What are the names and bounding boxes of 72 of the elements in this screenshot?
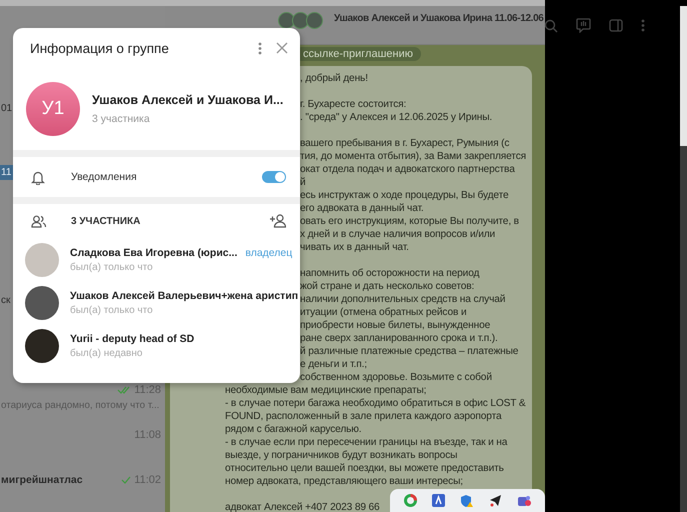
message-line: приобрести новые билеты, вынужденное: [300, 319, 490, 332]
message-line: относительно цели вашей поездки, вы можете предоставить: [225, 462, 504, 475]
message-line: ране сверх запланированного срока и т.п.).: [300, 332, 498, 345]
member-name: Сладкова Ева Игоревна (юрис...: [70, 246, 238, 258]
more-icon[interactable]: [258, 42, 262, 54]
message-line: е деньги и т.п.;: [300, 358, 367, 371]
member-avatar: [306, 12, 323, 29]
message-line: , добрый день!: [300, 72, 368, 85]
message-line: . "среда" у Алексея и 12.06.2025 у Ирины.: [300, 111, 492, 124]
shield-icon[interactable]: [460, 494, 474, 508]
message-line: рядом с багажной каруселью.: [225, 423, 362, 436]
close-icon[interactable]: [276, 42, 288, 54]
member-name: Yurii - deputy head of SD: [70, 332, 194, 344]
member-status: был(а) недавно: [70, 348, 144, 358]
message-line: овать его инструкциям, которые Вы получите, в: [300, 215, 519, 228]
member-avatar: [25, 286, 59, 320]
message-line: FOUND, расположенный в зале прилета каждого аэропорта: [225, 410, 502, 423]
message-line: адвокат Алексей +407 2023 89 66: [225, 501, 380, 512]
message-line: есь инструктаж о ходе процедуры, Вы будете: [300, 189, 508, 202]
member-row[interactable]: Ушаков Алексей Валерьевич+жена аристип был(а) только что: [13, 281, 300, 324]
owner-label: владелец: [245, 246, 292, 258]
message-line: тия, до момента отбытия), за Вами закрепляется: [300, 150, 526, 163]
member-avatar: [25, 328, 59, 362]
message-line: собственном здоровье. Возьмите с собой: [300, 371, 492, 384]
chat-title: Ушаков Алексей и Ушакова Ирина 11.06-12.06: [334, 13, 544, 24]
message-line: чивать их в данный чат.: [300, 241, 409, 254]
people-app-icon[interactable]: [517, 494, 532, 507]
member-avatar: [278, 12, 295, 29]
message-line: номер адвоката, представляющего ваши интересы;: [225, 475, 463, 488]
bell-icon: [31, 170, 45, 184]
paper-plane-icon[interactable]: [489, 494, 502, 507]
search-icon[interactable]: [544, 18, 558, 32]
notifications-toggle[interactable]: [262, 171, 286, 183]
message-line: окат отдела подач и адвокатского партнерства: [300, 163, 515, 176]
sidebar-toggle-icon[interactable]: [608, 19, 623, 32]
message-line: вашего пребывания в г. Бухарест, Румыния (с: [300, 137, 510, 150]
chat-item-text: 11: [0, 166, 12, 180]
member-avatar: [25, 242, 59, 276]
voice-chat-icon[interactable]: [576, 18, 591, 33]
add-member-icon[interactable]: [269, 214, 286, 228]
group-avatar: У1: [26, 82, 80, 136]
message-line: г. Бухаресте состоится:: [300, 98, 406, 111]
member-status: был(а) только что: [70, 304, 154, 316]
message-line: наличии дополнительных средств на случай: [300, 293, 506, 306]
message-line: - в случае потери багажа необходимо обратиться в офис LOST &: [225, 397, 526, 410]
chat-item-text[interactable]: 01: [0, 101, 12, 116]
chat-name[interactable]: мигрейшнатлас: [1, 474, 83, 486]
app-ring-icon[interactable]: [404, 494, 417, 507]
message-line: необходимые вам медицинские препараты;: [225, 384, 426, 397]
member-avatar: [292, 12, 309, 29]
message-line: х дней и в случае наличия вопросов и/или: [300, 228, 496, 241]
member-row[interactable]: Yurii - deputy head of SD был(а) недавно: [13, 324, 300, 367]
members-heading: 3 УЧАСТНИКА: [71, 216, 142, 226]
dialog-title: Информация о группе: [30, 40, 170, 56]
member-status: был(а) только что: [70, 262, 154, 272]
member-count: 3 участника: [92, 113, 151, 125]
more-icon[interactable]: [640, 19, 645, 32]
chat-item-text[interactable]: ск: [0, 293, 10, 308]
message-line: итуации (отмена обратных рейсов и: [300, 306, 466, 319]
message-line: й различные платежные средства – платежные: [300, 345, 518, 358]
group-name: Ушаков Алексей и Ушакова И...: [92, 93, 284, 107]
notifications-label: Уведомления: [71, 171, 138, 183]
member-row[interactable]: Сладкова Ева Игоревна (юрис... владелец был(а) только что: [13, 238, 300, 281]
message-line: - в случае если при пересечении границы на въезде, так и на: [225, 436, 508, 449]
message-line: выезде, у пограничников будут возникать вопросы: [225, 449, 458, 462]
member-name: Ушаков Алексей Валерьевич+жена аристип: [70, 290, 298, 302]
message-line: напомнить об осторожности на период: [300, 267, 480, 280]
message-line: жой стране и дать несколько советов:: [300, 280, 474, 293]
message-line: его адвоката в данный чат.: [300, 202, 424, 215]
people-icon: [31, 214, 47, 228]
message-line: й: [300, 176, 306, 189]
app-square-icon[interactable]: [432, 494, 445, 507]
